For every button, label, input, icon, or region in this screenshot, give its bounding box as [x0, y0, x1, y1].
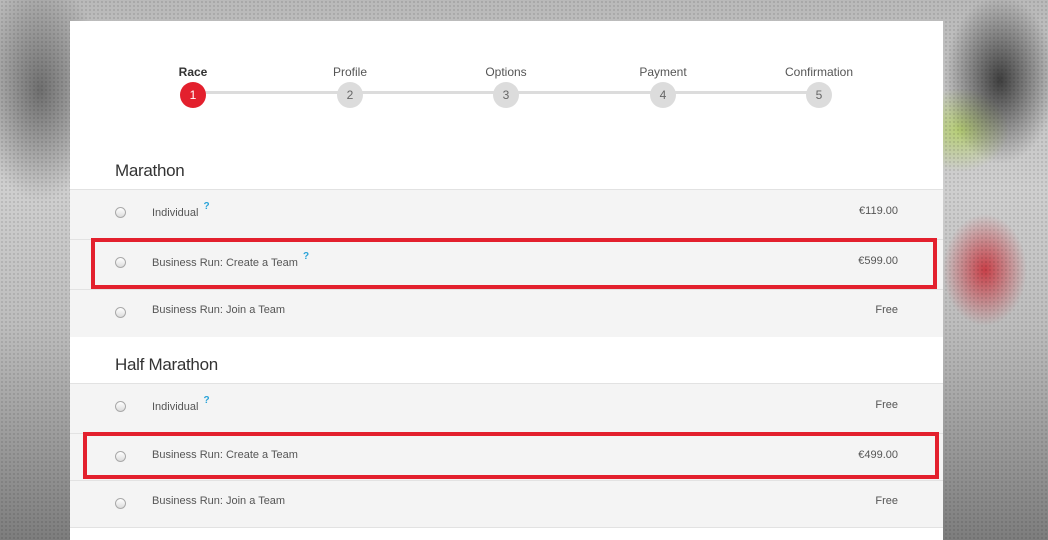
race-option-half-join-team[interactable]: Business Run: Join a Team Free — [70, 480, 943, 528]
help-icon[interactable]: ? — [203, 201, 209, 212]
radio-button[interactable] — [115, 207, 126, 218]
option-label: Individual — [152, 207, 199, 219]
highlight-box-half-create-team — [83, 432, 939, 479]
step-number: 5 — [806, 82, 832, 108]
step-profile[interactable]: Profile 2 — [300, 64, 400, 108]
step-label: Payment — [639, 65, 687, 79]
step-race[interactable]: Race 1 — [143, 64, 243, 108]
option-label-wrap: Individual? — [152, 201, 210, 219]
radio-button[interactable] — [115, 498, 126, 509]
race-option-half-individual[interactable]: Individual? Free — [70, 383, 943, 433]
radio-button[interactable] — [115, 401, 126, 412]
section-title-half-marathon: Half Marathon — [115, 355, 218, 374]
step-label: Profile — [332, 65, 367, 79]
step-options[interactable]: Options 3 — [456, 64, 556, 108]
step-label: Options — [485, 65, 527, 79]
race-option-marathon-join-team[interactable]: Business Run: Join a Team Free — [70, 289, 943, 337]
step-number: 2 — [337, 82, 363, 108]
section-title-marathon: Marathon — [115, 161, 185, 180]
step-payment[interactable]: Payment 4 — [613, 64, 713, 108]
option-label: Individual — [152, 401, 199, 413]
option-label: Business Run: Join a Team — [152, 495, 286, 507]
race-option-marathon-individual[interactable]: Individual? €119.00 — [70, 189, 943, 239]
step-label: Race — [178, 65, 208, 79]
step-number: 1 — [180, 82, 206, 108]
highlight-box-marathon-create-team — [91, 238, 937, 289]
step-number: 4 — [650, 82, 676, 108]
option-price: Free — [875, 304, 898, 316]
progress-stepper: Race 1 Profile 2 Options 3 Payment 4 Con… — [70, 21, 943, 131]
option-price: Free — [875, 399, 898, 411]
step-label: Confirmation — [784, 65, 854, 79]
option-price: Free — [875, 495, 898, 507]
step-confirmation[interactable]: Confirmation 5 — [769, 64, 869, 108]
option-label: Business Run: Join a Team — [152, 304, 286, 316]
option-label-wrap: Individual? — [152, 395, 210, 413]
step-number: 3 — [493, 82, 519, 108]
radio-button[interactable] — [115, 307, 126, 318]
option-price: €119.00 — [859, 205, 898, 217]
help-icon[interactable]: ? — [203, 395, 209, 406]
